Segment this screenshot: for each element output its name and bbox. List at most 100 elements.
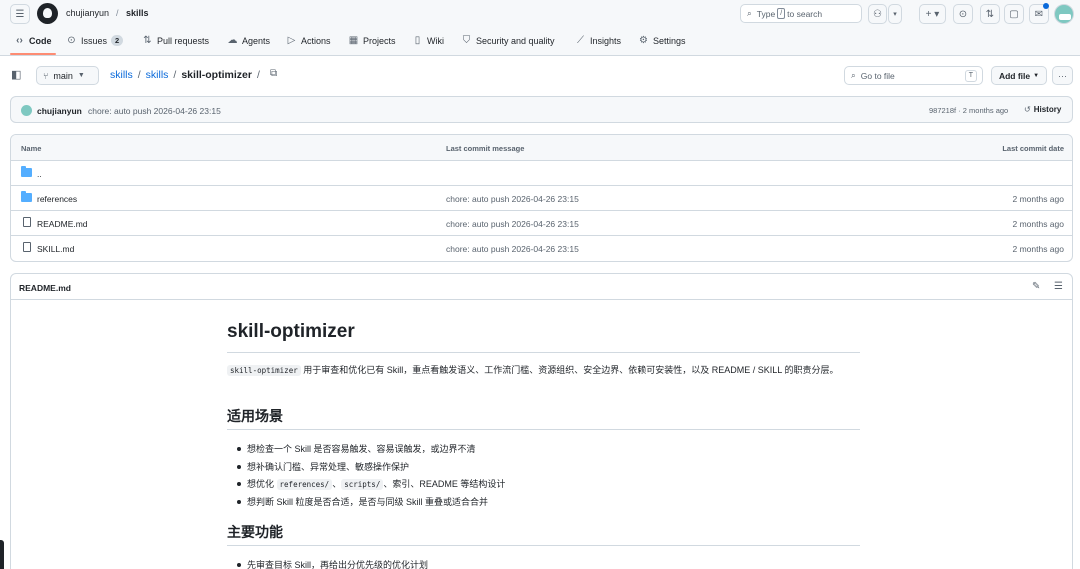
graph-icon: ⟋ [577, 35, 584, 46]
inline-code: references/ [276, 479, 333, 490]
list-item-text: 想补确认门槛、异常处理、敏感操作保护 [247, 461, 410, 472]
more-options-icon[interactable]: ··· [1052, 66, 1073, 85]
table-row[interactable]: README.md chore: auto push 2026-04-26 23… [11, 211, 1072, 236]
tab-code[interactable]: ‹› Code [14, 35, 52, 46]
chevron-down-icon: ▼ [1033, 72, 1040, 79]
sidebar-toggle-icon[interactable]: ◧ [11, 68, 25, 82]
copy-path-icon[interactable]: ⧉ [270, 68, 283, 81]
parent-directory-link[interactable]: .. [37, 169, 42, 179]
copilot-dropdown-icon[interactable]: ▾ [888, 4, 902, 24]
repositories-icon[interactable]: ▢ [1004, 4, 1024, 24]
list-item-separator: 、 [332, 479, 342, 489]
readme-header: README.md ✎ ☰ [11, 274, 1072, 300]
tab-label: Settings [653, 35, 686, 46]
header-row: ☰ chujianyun / skills ⌕ Type / to search… [0, 0, 1080, 28]
intro-text: 用于审查和优化已有 Skill，重点看触发语义、工作流门槛、资源组织、安全边界、… [303, 365, 839, 375]
issue-icon: ⊙ [67, 35, 76, 46]
active-tab-indicator [10, 53, 56, 55]
commit-author-link[interactable]: chujianyun [37, 106, 82, 116]
features-list: 先审查目标 Skill，再给出分优先级的优化计划 [235, 558, 428, 569]
global-search[interactable]: ⌕ Type / to search [740, 4, 862, 23]
breadcrumb: skills / skills / skill-optimizer / [110, 69, 260, 81]
user-avatar[interactable] [1054, 4, 1074, 24]
hamburger-menu-icon[interactable]: ☰ [10, 4, 30, 24]
tab-settings[interactable]: ⚙ Settings [638, 35, 686, 46]
breadcrumb-folder-link[interactable]: skills [146, 69, 169, 81]
column-commit-date: Last commit date [1002, 144, 1064, 153]
tab-pull-requests[interactable]: ⇅ Pull requests [142, 35, 209, 46]
list-item: 先审查目标 Skill，再给出分优先级的优化计划 [235, 558, 428, 569]
folder-icon [21, 191, 32, 202]
readme-filename[interactable]: README.md [19, 283, 71, 293]
header-owner-link[interactable]: chujianyun [66, 8, 109, 18]
history-button[interactable]: ↺ History [1024, 105, 1061, 114]
header-repo-link[interactable]: skills [126, 8, 149, 18]
table-icon: ▦ [348, 35, 359, 46]
chevron-down-icon: ▼ [77, 72, 85, 79]
file-commit-message[interactable]: chore: auto push 2026-04-26 23:15 [446, 194, 579, 204]
go-to-file-shortcut: T [964, 70, 977, 82]
search-suffix: to search [787, 8, 823, 19]
tab-label: Insights [590, 35, 622, 46]
readme-title: skill-optimizer [227, 321, 860, 353]
tab-security[interactable]: ⛉ Security and quality [461, 35, 555, 46]
breadcrumb-current: skill-optimizer [181, 69, 252, 81]
tab-label: Projects [363, 35, 396, 46]
play-icon: ▷ [287, 35, 296, 46]
tab-label: Issues [81, 35, 108, 46]
list-item: 想判断 Skill 粒度是否合适，是否与同级 Skill 重叠或适合合并 [235, 495, 505, 513]
gear-icon: ⚙ [639, 35, 648, 46]
tab-issues[interactable]: ⊙ Issues 2 [66, 35, 124, 46]
table-row[interactable]: references chore: auto push 2026-04-26 2… [11, 186, 1072, 211]
file-name-link[interactable]: SKILL.md [37, 244, 74, 254]
edit-pencil-icon[interactable]: ✎ [1032, 281, 1040, 292]
file-commit-message[interactable]: chore: auto push 2026-04-26 23:15 [446, 219, 579, 229]
issues-count-badge: 2 [111, 35, 124, 46]
tab-label: Code [29, 35, 52, 46]
pull-requests-icon[interactable]: ⇅ [980, 4, 1000, 24]
tab-wiki[interactable]: ▯ Wiki [412, 35, 444, 46]
heading-features: 主要功能 [227, 522, 860, 546]
add-file-label: Add file [998, 70, 1031, 81]
tab-insights[interactable]: ⟋ Insights [575, 35, 621, 46]
breadcrumb-separator: / [256, 69, 260, 81]
tab-label: Agents [242, 35, 271, 46]
inline-code: scripts/ [341, 479, 384, 490]
breadcrumb-separator: / [173, 69, 177, 81]
outline-list-icon[interactable]: ☰ [1054, 281, 1063, 292]
window-edge [0, 540, 4, 569]
github-logo-icon[interactable] [37, 3, 58, 24]
readme-intro: skill-optimizer 用于审查和优化已有 Skill，重点看触发语义、… [227, 363, 860, 378]
go-to-file-placeholder: Go to file [860, 70, 895, 81]
history-label: History [1033, 105, 1062, 114]
issues-icon[interactable]: ⊙ [953, 4, 973, 24]
commit-sha-and-age[interactable]: 987218f · 2 months ago [929, 106, 1008, 115]
breadcrumb-root-link[interactable]: skills [110, 69, 133, 81]
tab-actions[interactable]: ▷ Actions [286, 35, 331, 46]
copilot-icon[interactable]: ⚇ [868, 4, 887, 24]
file-name-link[interactable]: references [37, 194, 77, 204]
add-file-button[interactable]: Add file ▼ [991, 66, 1047, 85]
file-commit-message[interactable]: chore: auto push 2026-04-26 23:15 [446, 244, 579, 254]
latest-commit-bar: chujianyun chore: auto push 2026-04-26 2… [10, 96, 1073, 123]
file-name-link[interactable]: README.md [37, 219, 88, 229]
list-item-text: 、索引、README 等结构设计 [383, 479, 506, 489]
notification-dot [1043, 3, 1049, 9]
search-icon: ⌕ [851, 70, 856, 80]
shield-icon: ⛉ [462, 35, 471, 46]
branch-selector[interactable]: ⑂ main ▼ [36, 66, 99, 85]
table-row-parent[interactable]: .. [11, 161, 1072, 186]
tab-projects[interactable]: ▦ Projects [348, 35, 396, 46]
tab-label: Actions [301, 35, 331, 46]
avatar[interactable] [21, 105, 32, 116]
table-row[interactable]: SKILL.md chore: auto push 2026-04-26 23:… [11, 236, 1072, 261]
commit-message-link[interactable]: chore: auto push 2026-04-26 23:15 [88, 106, 221, 116]
go-to-file-input[interactable]: ⌕ Go to file T [844, 66, 983, 85]
create-new-icon[interactable]: + ▾ [919, 4, 946, 24]
list-item-text: 想优化 [247, 479, 275, 489]
folder-icon [21, 166, 32, 177]
intro-code: skill-optimizer [227, 365, 301, 376]
heading-usage: 适用场景 [227, 406, 860, 430]
list-item-text: 想判断 Skill 粒度是否合适，是否与同级 Skill 重叠或适合合并 [247, 496, 489, 507]
tab-agents[interactable]: ☁ Agents [227, 35, 271, 46]
